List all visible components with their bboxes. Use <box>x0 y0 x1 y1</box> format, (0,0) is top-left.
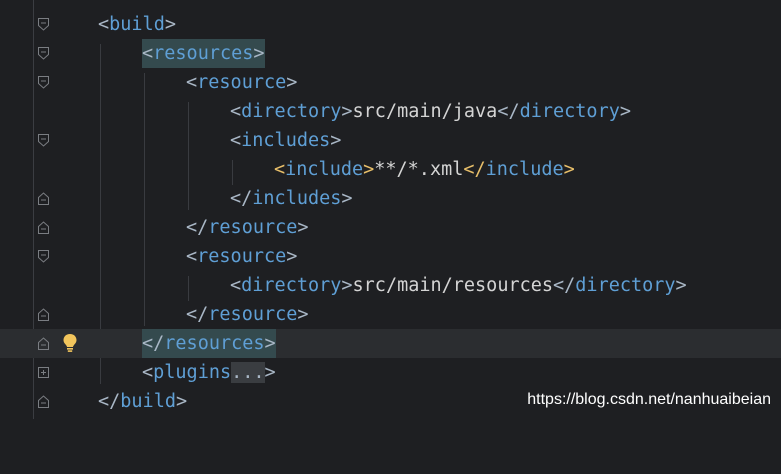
tag-bracket: > <box>286 246 298 267</box>
tag-bracket: </ <box>98 391 121 412</box>
tag-name: plugins <box>153 362 232 383</box>
fold-open-icon[interactable] <box>38 134 49 147</box>
code-line[interactable]: <directory>src/main/java</directory> <box>0 97 781 126</box>
code-line[interactable]: <resource> <box>0 68 781 97</box>
tag-name: resource <box>197 72 287 93</box>
tag-bracket: < <box>274 159 286 180</box>
tag-bracket: </ <box>553 275 576 296</box>
matched-tag-highlight: </resources> <box>142 329 276 358</box>
tag-bracket: < <box>98 14 110 35</box>
fold-close-icon[interactable] <box>38 192 49 205</box>
tag-bracket: > <box>175 391 188 412</box>
fold-open-icon[interactable] <box>38 18 49 31</box>
tag-bracket: > <box>297 304 309 325</box>
code-line[interactable]: </resource> <box>0 213 781 242</box>
tag-bracket: > <box>253 43 265 64</box>
tag-name: resources <box>153 43 254 64</box>
code-line[interactable]: <resource> <box>0 242 781 271</box>
tag-bracket: < <box>142 43 154 64</box>
code-editor[interactable]: <build> <resources> <resource> <director… <box>0 0 781 419</box>
tag-text: src/main/resources <box>352 275 554 296</box>
tag-bracket: </ <box>186 217 209 238</box>
matched-tag-highlight: <resources> <box>142 39 265 68</box>
code-line[interactable]: </resource> <box>0 300 781 329</box>
tag-bracket: > <box>341 275 353 296</box>
fold-open-icon[interactable] <box>38 76 49 89</box>
code-line[interactable]: <includes> <box>0 126 781 155</box>
tag-bracket: > <box>675 275 687 296</box>
tag-bracket: > <box>563 159 575 180</box>
tag-bracket: < <box>142 362 154 383</box>
tag-name: directory <box>575 275 676 296</box>
code-line[interactable]: <plugins...> <box>0 358 781 387</box>
tag-bracket: > <box>363 159 375 180</box>
code-line[interactable]: <include>**/*.xml</include> <box>0 155 781 184</box>
current-code-line[interactable]: </resources> <box>0 329 781 358</box>
tag-name: resource <box>208 304 298 325</box>
fold-close-icon[interactable] <box>38 221 49 234</box>
tag-name: include <box>485 159 564 180</box>
code-line[interactable]: </includes> <box>0 184 781 213</box>
fold-close-icon[interactable] <box>38 337 49 350</box>
tag-name: directory <box>519 101 620 122</box>
tag-bracket: < <box>186 246 198 267</box>
tag-bracket: > <box>341 101 353 122</box>
fold-open-icon[interactable] <box>38 250 49 263</box>
watermark-url: https://blog.csdn.net/nanhuaibeian <box>527 391 771 408</box>
tag-text: src/main/java <box>352 101 498 122</box>
tag-text: **/*.xml <box>374 159 464 180</box>
fold-close-icon[interactable] <box>38 308 49 321</box>
fold-close-icon[interactable] <box>38 395 49 408</box>
tag-bracket: > <box>341 188 353 209</box>
tag-bracket: </ <box>463 159 486 180</box>
tag-bracket: </ <box>230 188 253 209</box>
code-line[interactable]: <build> <box>0 10 781 39</box>
tag-bracket: > <box>286 72 298 93</box>
tag-bracket: > <box>619 101 631 122</box>
lightbulb-icon[interactable] <box>62 333 78 353</box>
tag-bracket: < <box>230 101 242 122</box>
tag-bracket: < <box>230 275 242 296</box>
tag-name: resource <box>208 217 298 238</box>
tag-bracket: > <box>264 362 276 383</box>
tag-name: resources <box>164 333 265 354</box>
tag-name: directory <box>241 101 342 122</box>
tag-name: resource <box>197 246 287 267</box>
tag-bracket: > <box>164 14 176 35</box>
tag-bracket: > <box>330 130 342 151</box>
tag-name: directory <box>241 275 342 296</box>
tag-bracket: </ <box>497 101 520 122</box>
tag-name: build <box>120 391 176 412</box>
tag-bracket: </ <box>186 304 209 325</box>
folded-code-placeholder[interactable]: ... <box>231 362 265 383</box>
tag-bracket: < <box>186 72 198 93</box>
tag-bracket: < <box>230 130 242 151</box>
fold-expand-icon[interactable] <box>38 366 49 379</box>
code-line[interactable]: <directory>src/main/resources</directory… <box>0 271 781 300</box>
code-line[interactable]: <resources> <box>0 39 781 68</box>
tag-bracket: > <box>297 217 309 238</box>
tag-bracket: </ <box>142 333 165 354</box>
tag-name: build <box>109 14 165 35</box>
fold-open-icon[interactable] <box>38 47 49 60</box>
tag-name: includes <box>241 130 331 151</box>
tag-name: includes <box>252 188 342 209</box>
tag-bracket: > <box>264 333 276 354</box>
tag-name: include <box>285 159 364 180</box>
